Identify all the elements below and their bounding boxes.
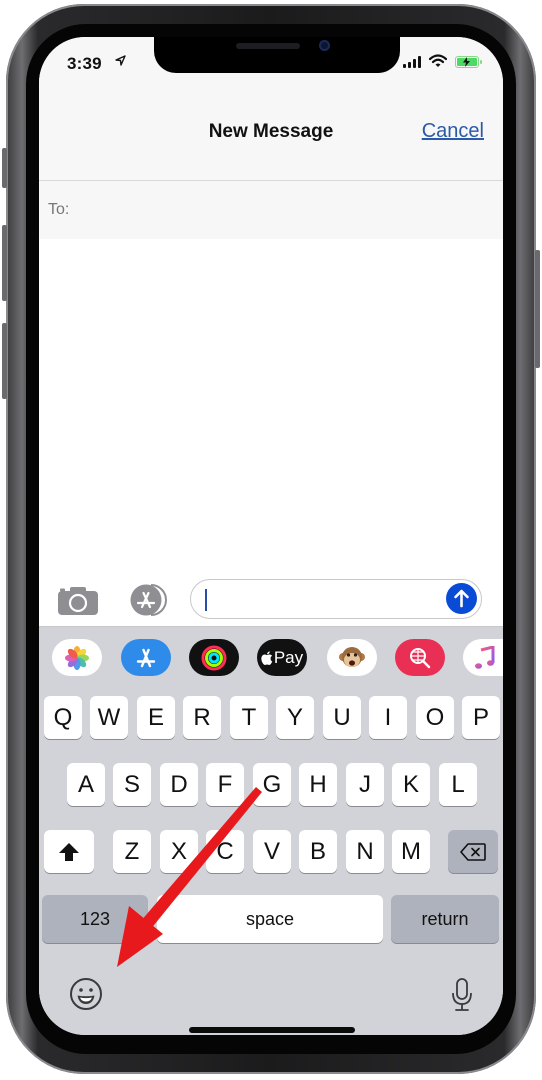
key-g[interactable]: G [253, 763, 291, 806]
return-key[interactable]: return [391, 895, 499, 943]
microphone-icon [452, 978, 472, 1011]
emoji-button[interactable] [69, 977, 103, 1011]
monkey-face-icon [339, 646, 365, 667]
arrow-up-icon [454, 589, 469, 608]
key-p[interactable]: P [462, 696, 500, 739]
key-z[interactable]: Z [113, 830, 151, 873]
battery-charging-icon [455, 56, 479, 68]
app-music[interactable] [463, 639, 503, 676]
dictation-button[interactable] [451, 977, 473, 1013]
conversation-area [39, 239, 503, 574]
app-store-icon [136, 648, 156, 667]
emoji-smiley-icon [70, 978, 102, 1010]
location-arrow-icon [115, 55, 126, 69]
key-i[interactable]: I [369, 696, 407, 739]
home-indicator[interactable] [189, 1027, 355, 1033]
key-k[interactable]: K [392, 763, 430, 806]
key-x[interactable]: X [160, 830, 198, 873]
recipient-label: To: [48, 201, 70, 218]
screen: 3:39 New Message Cancel To: Pay Q W E R … [39, 37, 503, 1035]
apps-button[interactable] [125, 584, 169, 616]
key-j[interactable]: J [346, 763, 384, 806]
key-q[interactable]: Q [44, 696, 82, 739]
shift-key[interactable] [44, 830, 94, 873]
app-activity[interactable] [189, 639, 239, 676]
key-w[interactable]: W [90, 696, 128, 739]
app-photos[interactable] [52, 639, 102, 676]
key-f[interactable]: F [206, 763, 244, 806]
globe-search-icon [410, 647, 431, 668]
wifi-icon [428, 54, 448, 68]
message-input[interactable] [190, 579, 482, 619]
app-store[interactable] [121, 639, 171, 676]
key-a[interactable]: A [67, 763, 105, 806]
key-c[interactable]: C [206, 830, 244, 873]
cancel-button[interactable]: Cancel [422, 120, 484, 143]
keyboard: Pay Q W E R T Y U I O P A S D F G H J K … [39, 627, 503, 1035]
side-power-button [535, 250, 540, 368]
key-v[interactable]: V [253, 830, 291, 873]
key-t[interactable]: T [230, 696, 268, 739]
key-o[interactable]: O [416, 696, 454, 739]
navigation-bar: New Message Cancel [39, 89, 503, 181]
recipient-field[interactable]: To: [39, 181, 503, 239]
compose-bar [39, 574, 503, 627]
key-y[interactable]: Y [276, 696, 314, 739]
camera-button[interactable] [58, 587, 98, 615]
apple-pay-label: Pay [273, 647, 304, 667]
text-caret [205, 589, 207, 611]
photos-flower-icon [65, 645, 89, 670]
apple-logo-icon [261, 650, 273, 665]
space-key[interactable]: space [157, 895, 383, 943]
key-m[interactable]: M [392, 830, 430, 873]
camera-icon [58, 587, 98, 615]
notch [154, 37, 400, 73]
app-drawer: Pay [39, 627, 503, 687]
key-l[interactable]: L [439, 763, 477, 806]
app-store-icon [130, 584, 167, 616]
cellular-signal-icon [403, 56, 423, 68]
key-b[interactable]: B [299, 830, 337, 873]
earpiece-speaker [236, 43, 300, 49]
app-apple-pay[interactable]: Pay [257, 639, 307, 676]
send-button[interactable] [446, 583, 477, 614]
music-note-icon [475, 645, 495, 669]
numbers-key[interactable]: 123 [42, 895, 148, 943]
delete-key[interactable] [448, 830, 498, 873]
app-animoji[interactable] [327, 639, 377, 676]
battery-tip [480, 60, 482, 64]
shift-arrow-icon [59, 842, 79, 861]
key-e[interactable]: E [137, 696, 175, 739]
key-u[interactable]: U [323, 696, 361, 739]
key-n[interactable]: N [346, 830, 384, 873]
activity-rings-icon [201, 645, 227, 670]
status-time: 3:39 [67, 54, 102, 73]
key-d[interactable]: D [160, 763, 198, 806]
backspace-icon [460, 842, 486, 861]
volume-down-button [2, 323, 7, 399]
front-camera [319, 40, 330, 51]
key-r[interactable]: R [183, 696, 221, 739]
app-images-search[interactable] [395, 639, 445, 676]
volume-up-button [2, 225, 7, 301]
key-s[interactable]: S [113, 763, 151, 806]
key-h[interactable]: H [299, 763, 337, 806]
silent-switch [2, 148, 7, 188]
